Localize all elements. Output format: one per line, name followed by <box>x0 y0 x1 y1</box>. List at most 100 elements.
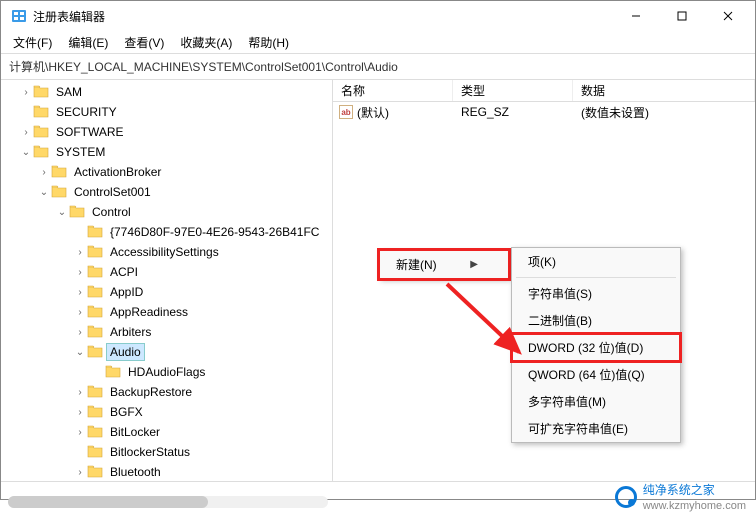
tree-item-label: AppReadiness <box>107 304 191 320</box>
tree-item-label: BitLocker <box>107 424 163 440</box>
tree-item-hdaudioflags[interactable]: HDAudioFlags <box>1 362 332 382</box>
chevron-down-icon[interactable]: ⌄ <box>73 347 87 358</box>
folder-icon <box>87 224 107 241</box>
tree-item-label: ControlSet001 <box>71 184 154 200</box>
folder-icon <box>33 124 53 141</box>
chevron-right-icon[interactable]: › <box>73 407 87 418</box>
horizontal-scrollbar[interactable] <box>8 496 328 508</box>
tree-item-accessibilitysettings[interactable]: › AccessibilitySettings <box>1 242 332 262</box>
scrollbar-thumb[interactable] <box>8 496 208 508</box>
chevron-right-icon[interactable]: › <box>73 427 87 438</box>
chevron-right-icon[interactable]: › <box>19 127 33 138</box>
chevron-right-icon[interactable]: › <box>73 467 87 478</box>
menu-file[interactable]: 文件(F) <box>5 32 60 53</box>
window-title: 注册表编辑器 <box>33 8 613 25</box>
tree-item-software[interactable]: ›SOFTWARE <box>1 122 332 142</box>
value-data: (数值未设置) <box>573 104 755 121</box>
watermark: 纯净系统之家 www.kzmyhome.com <box>615 481 746 512</box>
tree-item-bitlocker[interactable]: › BitLocker <box>1 422 332 442</box>
close-button[interactable] <box>705 1 751 31</box>
chevron-right-icon[interactable]: › <box>73 307 87 318</box>
titlebar: 注册表编辑器 <box>1 1 755 31</box>
tree-item-security[interactable]: SECURITY <box>1 102 332 122</box>
header-name[interactable]: 名称 <box>333 80 453 101</box>
tree-item-label: Audio <box>107 344 144 360</box>
chevron-right-icon[interactable]: › <box>73 387 87 398</box>
folder-icon <box>33 144 53 161</box>
tree-item-appreadiness[interactable]: › AppReadiness <box>1 302 332 322</box>
folder-icon <box>87 344 107 361</box>
chevron-right-icon[interactable]: › <box>73 287 87 298</box>
submenu-arrow-icon: ▶ <box>470 259 478 270</box>
tree-item-label: BGFX <box>107 404 146 420</box>
tree-item-label: ActivationBroker <box>71 164 164 180</box>
tree-item-label: {7746D80F-97E0-4E26-9543-26B41FC <box>107 224 322 240</box>
value-name: (默认) <box>357 104 389 121</box>
header-data[interactable]: 数据 <box>573 80 755 101</box>
folder-icon <box>87 404 107 421</box>
tree-item-controlset001[interactable]: ⌄ ControlSet001 <box>1 182 332 202</box>
chevron-down-icon[interactable]: ⌄ <box>55 207 69 218</box>
menu-separator <box>516 277 676 278</box>
submenu-binary[interactable]: 二进制值(B) <box>512 307 680 334</box>
menu-favorites[interactable]: 收藏夹(A) <box>172 32 240 53</box>
watermark-brand: 纯净系统之家 <box>643 483 715 497</box>
folder-icon <box>87 244 107 261</box>
tree-item-arbiters[interactable]: ›Arbiters <box>1 322 332 342</box>
tree-pane[interactable]: ›SAMSECURITY›SOFTWARE⌄SYSTEM›ActivationB… <box>1 80 333 481</box>
context-menu-new-label: 新建(N) <box>396 256 437 273</box>
submenu-expandstring[interactable]: 可扩充字符串值(E) <box>512 415 680 442</box>
menubar: 文件(F) 编辑(E) 查看(V) 收藏夹(A) 帮助(H) <box>1 31 755 53</box>
folder-icon <box>87 424 107 441</box>
tree-item-sam[interactable]: ›SAM <box>1 82 332 102</box>
maximize-button[interactable] <box>659 1 705 31</box>
chevron-right-icon[interactable]: › <box>37 167 51 178</box>
tree-item-bluetooth[interactable]: ›Bluetooth <box>1 462 332 481</box>
chevron-right-icon[interactable]: › <box>73 247 87 258</box>
folder-icon <box>87 464 107 481</box>
tree-item-appid[interactable]: ›AppID <box>1 282 332 302</box>
folder-icon <box>105 364 125 381</box>
tree-item-label: ACPI <box>107 264 141 280</box>
menu-help[interactable]: 帮助(H) <box>240 32 297 53</box>
registry-editor-window: 注册表编辑器 文件(F) 编辑(E) 查看(V) 收藏夹(A) 帮助(H) 计算… <box>0 0 756 500</box>
folder-icon <box>87 304 107 321</box>
menu-edit[interactable]: 编辑(E) <box>60 32 116 53</box>
submenu-key[interactable]: 项(K) <box>512 248 680 275</box>
chevron-down-icon[interactable]: ⌄ <box>19 147 33 158</box>
chevron-right-icon[interactable]: › <box>73 327 87 338</box>
list-row[interactable]: ab(默认)REG_SZ(数值未设置) <box>333 102 755 122</box>
submenu-dword[interactable]: DWORD (32 位)值(D) <box>512 334 680 361</box>
folder-icon <box>87 384 107 401</box>
chevron-right-icon[interactable]: › <box>19 87 33 98</box>
tree-item-label: SYSTEM <box>53 144 108 160</box>
folder-icon <box>33 84 53 101</box>
submenu-qword[interactable]: QWORD (64 位)值(Q) <box>512 361 680 388</box>
tree-item-label: BitlockerStatus <box>107 444 193 460</box>
list-body[interactable]: ab(默认)REG_SZ(数值未设置) 新建(N) ▶ 项(K) 字符串值(S)… <box>333 102 755 481</box>
chevron-right-icon[interactable]: › <box>73 267 87 278</box>
address-bar[interactable]: 计算机\HKEY_LOCAL_MACHINE\SYSTEM\ControlSet… <box>1 53 755 80</box>
folder-icon <box>87 264 107 281</box>
tree-item-control[interactable]: ⌄Control <box>1 202 332 222</box>
submenu-string[interactable]: 字符串值(S) <box>512 280 680 307</box>
context-menu-new[interactable]: 新建(N) ▶ <box>380 251 508 278</box>
tree-item--7746d80f-97e0-4e26-9543-26b41fc[interactable]: {7746D80F-97E0-4E26-9543-26B41FC <box>1 222 332 242</box>
tree-item-bitlockerstatus[interactable]: BitlockerStatus <box>1 442 332 462</box>
tree-item-activationbroker[interactable]: › ActivationBroker <box>1 162 332 182</box>
watermark-icon <box>615 486 637 508</box>
header-type[interactable]: 类型 <box>453 80 573 101</box>
tree-item-label: SECURITY <box>53 104 120 120</box>
submenu-multistring[interactable]: 多字符串值(M) <box>512 388 680 415</box>
minimize-button[interactable] <box>613 1 659 31</box>
tree-item-acpi[interactable]: › ACPI <box>1 262 332 282</box>
tree-item-backuprestore[interactable]: › BackupRestore <box>1 382 332 402</box>
context-submenu-new: 项(K) 字符串值(S) 二进制值(B) DWORD (32 位)值(D) QW… <box>511 247 681 443</box>
tree-item-label: AccessibilitySettings <box>107 244 222 260</box>
tree-item-audio[interactable]: ⌄ Audio <box>1 342 332 362</box>
tree-item-label: BackupRestore <box>107 384 195 400</box>
chevron-down-icon[interactable]: ⌄ <box>37 187 51 198</box>
menu-view[interactable]: 查看(V) <box>116 32 172 53</box>
tree-item-bgfx[interactable]: › BGFX <box>1 402 332 422</box>
tree-item-system[interactable]: ⌄ SYSTEM <box>1 142 332 162</box>
